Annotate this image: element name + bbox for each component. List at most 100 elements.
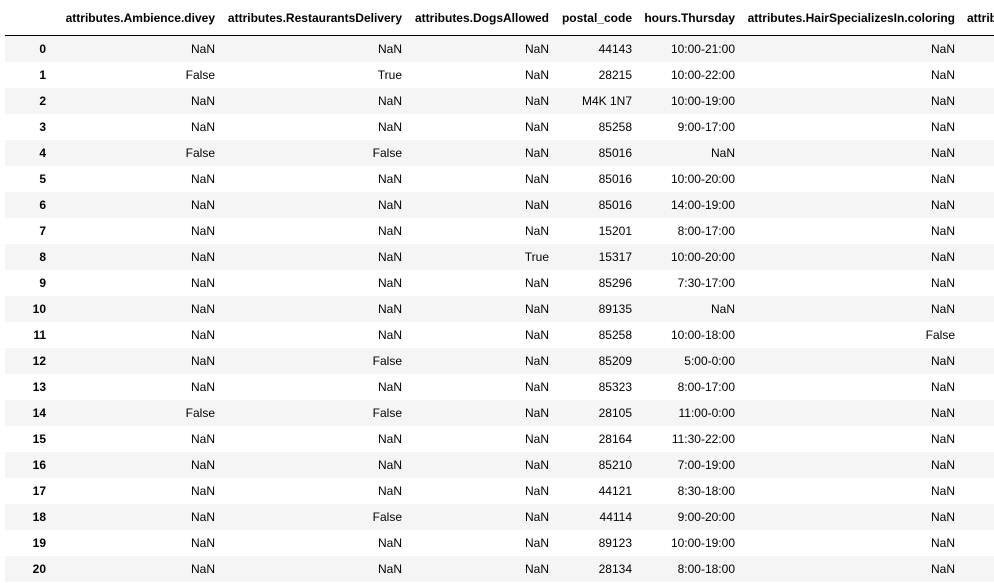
cell-restaurants-delivery: NaN — [377, 42, 402, 56]
cell-ambience-divey: NaN — [190, 120, 215, 134]
table-row: 18 NaN False NaN 44114 9:00-20:00 NaN — [5, 504, 994, 530]
cell-truncated — [961, 62, 994, 88]
cell-restaurants-delivery: NaN — [377, 302, 402, 316]
cell-ambience-divey: NaN — [190, 562, 215, 576]
table-row: 15 NaN NaN NaN 28164 11:30-22:00 NaN — [5, 426, 994, 452]
cell-ambience-divey: NaN — [190, 42, 215, 56]
column-header-restaurants-delivery: attributes.RestaurantsDelivery — [221, 0, 408, 36]
cell-postal-code: 85323 — [598, 380, 632, 394]
cell-truncated — [961, 192, 994, 218]
cell-hours-thursday: 10:00-21:00 — [670, 42, 735, 56]
cell-truncated — [961, 270, 994, 296]
cell-hours-thursday: 5:00-0:00 — [684, 354, 735, 368]
cell-dogs-allowed: NaN — [524, 42, 549, 56]
cell-restaurants-delivery: NaN — [377, 250, 402, 264]
column-header-dogs-allowed: attributes.DogsAllowed — [408, 0, 555, 36]
cell-truncated — [961, 322, 994, 348]
cell-restaurants-delivery: NaN — [377, 172, 402, 186]
row-index: 3 — [39, 120, 46, 134]
cell-restaurants-delivery: NaN — [377, 224, 402, 238]
cell-dogs-allowed: NaN — [524, 94, 549, 108]
row-index: 1 — [39, 68, 46, 82]
cell-restaurants-delivery: NaN — [377, 536, 402, 550]
cell-hours-thursday: 9:00-17:00 — [677, 120, 735, 134]
column-header-hair-coloring: attributes.HairSpecializesIn.coloring — [741, 0, 961, 36]
cell-restaurants-delivery: NaN — [377, 198, 402, 212]
cell-ambience-divey: False — [185, 406, 215, 420]
cell-postal-code: 44121 — [598, 484, 632, 498]
cell-truncated — [961, 296, 994, 322]
cell-postal-code: M4K 1N7 — [581, 94, 632, 108]
table-row: 16 NaN NaN NaN 85210 7:00-19:00 NaN — [5, 452, 994, 478]
cell-hair-coloring: NaN — [930, 536, 955, 550]
cell-dogs-allowed: NaN — [524, 146, 549, 160]
table-row: 17 NaN NaN NaN 44121 8:30-18:00 NaN — [5, 478, 994, 504]
cell-hours-thursday: 10:00-19:00 — [670, 536, 735, 550]
row-index: 10 — [32, 302, 46, 316]
row-index: 2 — [39, 94, 46, 108]
cell-postal-code: 89135 — [598, 302, 632, 316]
cell-truncated — [961, 140, 994, 166]
header-row: attributes.Ambience.divey attributes.Res… — [5, 0, 994, 36]
cell-ambience-divey: False — [185, 68, 215, 82]
table-row: 3 NaN NaN NaN 85258 9:00-17:00 NaN — [5, 114, 994, 140]
cell-postal-code: 28134 — [598, 562, 632, 576]
table-body: 0 NaN NaN NaN 44143 10:00-21:00 NaN 1 False True N… — [5, 35, 994, 582]
row-index: 18 — [32, 510, 46, 524]
dataframe-table: attributes.Ambience.divey attributes.Res… — [5, 0, 994, 582]
cell-ambience-divey: NaN — [190, 432, 215, 446]
cell-hair-coloring: NaN — [930, 562, 955, 576]
table-row: 2 NaN NaN NaN M4K 1N7 10:00-19:00 NaN — [5, 88, 994, 114]
cell-hair-coloring: NaN — [930, 354, 955, 368]
row-index: 13 — [32, 380, 46, 394]
cell-restaurants-delivery: NaN — [377, 458, 402, 472]
cell-hair-coloring: NaN — [930, 484, 955, 498]
cell-hours-thursday: 7:30-17:00 — [677, 276, 735, 290]
cell-hair-coloring: NaN — [930, 276, 955, 290]
cell-ambience-divey: NaN — [190, 172, 215, 186]
cell-dogs-allowed: NaN — [524, 484, 549, 498]
row-index: 15 — [32, 432, 46, 446]
cell-hours-thursday: 11:30-22:00 — [671, 432, 735, 446]
cell-dogs-allowed: NaN — [524, 458, 549, 472]
cell-hours-thursday: 8:00-18:00 — [677, 562, 735, 576]
cell-restaurants-delivery: NaN — [377, 484, 402, 498]
table-row: 19 NaN NaN NaN 89123 10:00-19:00 NaN — [5, 530, 994, 556]
table-row: 20 NaN NaN NaN 28134 8:00-18:00 NaN — [5, 556, 994, 582]
table-row: 13 NaN NaN NaN 85323 8:00-17:00 NaN — [5, 374, 994, 400]
cell-hours-thursday: 10:00-20:00 — [670, 172, 735, 186]
cell-postal-code: 85296 — [598, 276, 632, 290]
row-index: 17 — [32, 484, 46, 498]
row-index: 9 — [39, 276, 46, 290]
cell-ambience-divey: NaN — [190, 94, 215, 108]
cell-hair-coloring: NaN — [930, 250, 955, 264]
cell-postal-code: 85210 — [598, 458, 632, 472]
cell-postal-code: 85258 — [598, 120, 632, 134]
column-header-truncated: attrib — [961, 0, 994, 36]
cell-restaurants-delivery: NaN — [377, 562, 402, 576]
cell-dogs-allowed: NaN — [524, 198, 549, 212]
cell-hours-thursday: 10:00-20:00 — [670, 250, 735, 264]
cell-truncated — [961, 478, 994, 504]
cell-dogs-allowed: NaN — [524, 510, 549, 524]
cell-ambience-divey: NaN — [190, 302, 215, 316]
cell-dogs-allowed: NaN — [524, 432, 549, 446]
cell-hair-coloring: NaN — [930, 380, 955, 394]
table-row: 10 NaN NaN NaN 89135 NaN NaN — [5, 296, 994, 322]
cell-hours-thursday: 10:00-22:00 — [670, 68, 735, 82]
row-index: 4 — [39, 146, 46, 160]
cell-ambience-divey: NaN — [190, 484, 215, 498]
cell-hair-coloring: NaN — [930, 120, 955, 134]
cell-ambience-divey: NaN — [190, 458, 215, 472]
cell-truncated — [961, 244, 994, 270]
row-index: 8 — [39, 250, 46, 264]
cell-restaurants-delivery: False — [372, 406, 402, 420]
cell-hair-coloring: NaN — [930, 68, 955, 82]
row-index: 11 — [33, 328, 46, 342]
cell-ambience-divey: NaN — [190, 510, 215, 524]
cell-postal-code: 85258 — [598, 328, 632, 342]
cell-postal-code: 15317 — [598, 250, 632, 264]
cell-dogs-allowed: NaN — [524, 328, 549, 342]
cell-dogs-allowed: NaN — [524, 276, 549, 290]
cell-truncated — [961, 400, 994, 426]
